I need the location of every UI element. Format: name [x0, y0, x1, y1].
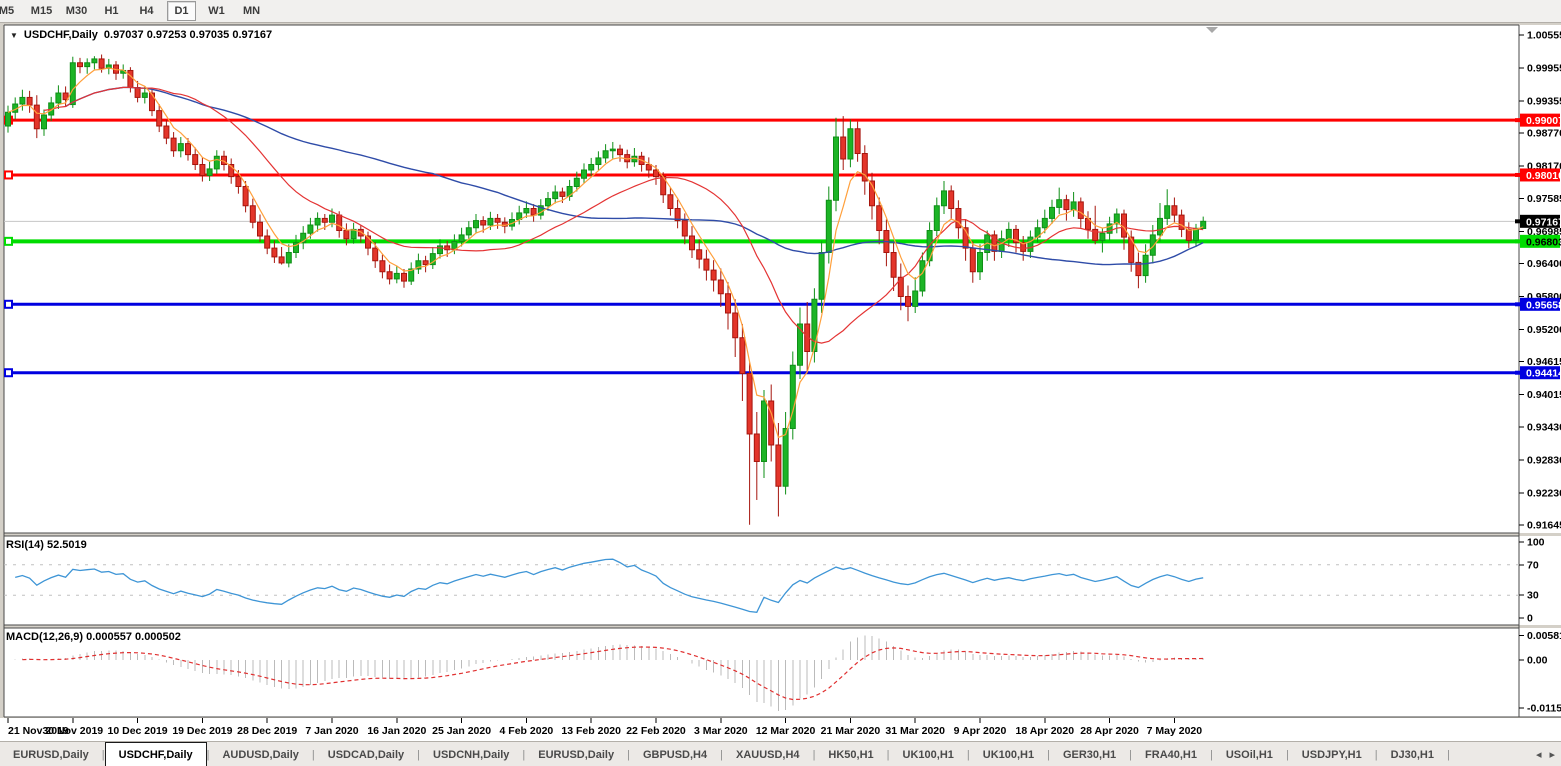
chart-tab-gbpusd-h4[interactable]: GBPUSD,H4 — [630, 742, 720, 766]
rsi-tick-label: 100 — [1527, 537, 1545, 549]
hline-price-label-text: 0.99007 — [1526, 115, 1561, 127]
hline-handle[interactable] — [5, 301, 12, 308]
hline-price-label-notch — [1515, 371, 1520, 375]
timeframe-button-w1[interactable]: W1 — [202, 1, 231, 21]
date-label: 3 Mar 2020 — [694, 725, 748, 737]
chart-tab-usoil-h1[interactable]: USOil,H1 — [1213, 742, 1286, 766]
price-tick-label: 0.97585 — [1527, 193, 1561, 205]
timeframe-button-mn[interactable]: MN — [237, 1, 266, 21]
hline-handle[interactable] — [5, 238, 12, 245]
macd-tick-label: 0.005818 — [1527, 630, 1561, 642]
price-tick-label: 0.99955 — [1527, 62, 1561, 74]
current-price-label-text: 0.97167 — [1526, 216, 1561, 228]
hline-price-label-text: 0.96803 — [1526, 236, 1561, 248]
tab-scroll-right-icon[interactable]: ▸ — [1549, 748, 1555, 761]
date-label: 12 Mar 2020 — [756, 725, 816, 737]
date-label: 7 May 2020 — [1147, 725, 1203, 737]
hline-handle[interactable] — [5, 369, 12, 376]
price-tick-label: 0.91645 — [1527, 520, 1561, 532]
chart-tab-eurusd-daily[interactable]: EURUSD,Daily — [0, 742, 102, 766]
date-label: 13 Feb 2020 — [561, 725, 621, 737]
date-label: 25 Jan 2020 — [432, 725, 491, 737]
rsi-tick-label: 0 — [1527, 613, 1533, 625]
price-tick-label: 0.95200 — [1527, 324, 1561, 336]
chart-tab-hk50-h1[interactable]: HK50,H1 — [815, 742, 886, 766]
mt4-window: M5 M15 M30 H1 H4 D1 W1 MN 1.00555 0.99955 0.99355… — [0, 0, 1561, 766]
chart-tabs: EURUSD,Daily|USDCHF,Daily|AUDUSD,Daily|U… — [0, 742, 1450, 766]
rsi-indicator-label: RSI(14) 52.5019 — [6, 539, 87, 551]
chart-tab-uk100-h1[interactable]: UK100,H1 — [970, 742, 1047, 766]
price-tick-label: 1.00555 — [1527, 30, 1561, 42]
chart-tab-usdchf-daily[interactable]: USDCHF,Daily — [105, 742, 207, 766]
hline-price-label-notch — [1515, 118, 1520, 122]
timeframe-button-h1[interactable]: H1 — [97, 1, 126, 21]
chart-tab-ger30-h1[interactable]: GER30,H1 — [1050, 742, 1129, 766]
date-label: 28 Dec 2019 — [237, 725, 297, 737]
chart-tab-uk100-h1[interactable]: UK100,H1 — [890, 742, 967, 766]
timeframe-button-h4[interactable]: H4 — [132, 1, 161, 21]
chart-ohlc-values: 0.97037 0.97253 0.97035 0.97167 — [104, 29, 272, 41]
date-label: 9 Apr 2020 — [954, 725, 1007, 737]
date-label: 30 Nov 2019 — [42, 725, 103, 737]
rsi-tick-label: 70 — [1527, 559, 1539, 571]
hline-price-label-notch — [1515, 302, 1520, 306]
tab-separator: | — [1447, 742, 1450, 766]
price-chart[interactable]: 1.005550.999550.993550.987700.981700.975… — [0, 23, 1561, 741]
tab-scroll-left-icon[interactable]: ◂ — [1536, 748, 1542, 761]
date-label: 31 Mar 2020 — [885, 725, 945, 737]
date-label: 16 Jan 2020 — [367, 725, 426, 737]
date-label: 18 Apr 2020 — [1016, 725, 1075, 737]
chart-tab-fra40-h1[interactable]: FRA40,H1 — [1132, 742, 1210, 766]
chart-area: 1.005550.999550.993550.987700.981700.975… — [0, 23, 1561, 741]
chart-tab-dj30-h1[interactable]: DJ30,H1 — [1378, 742, 1447, 766]
chart-tab-usdjpy-h1[interactable]: USDJPY,H1 — [1289, 742, 1375, 766]
chart-title: ▼ USDCHF,Daily 0.97037 0.97253 0.97035 0… — [10, 29, 272, 41]
date-label: 7 Jan 2020 — [305, 725, 358, 737]
hline-price-label-text: 0.95658 — [1526, 299, 1561, 311]
date-label: 22 Feb 2020 — [626, 725, 686, 737]
hline-price-label-notch — [1515, 239, 1520, 243]
timeframe-button-m5[interactable]: M5 — [0, 1, 21, 21]
date-label: 4 Feb 2020 — [500, 725, 554, 737]
timeframe-toolbar: M5 M15 M30 H1 H4 D1 W1 MN — [0, 0, 1561, 23]
price-tick-label: 0.99355 — [1527, 95, 1561, 107]
price-tick-label: 0.96400 — [1527, 258, 1561, 270]
collapse-arrow-icon[interactable]: ▼ — [10, 31, 18, 40]
hline-price-label-text: 0.94414 — [1526, 368, 1561, 380]
hline-price-label-text: 0.98010 — [1526, 170, 1561, 182]
price-tick-label: 0.98770 — [1527, 128, 1561, 140]
chart-tab-xauusd-h4[interactable]: XAUUSD,H4 — [723, 742, 813, 766]
price-tick-label: 0.94015 — [1527, 389, 1561, 401]
date-label: 19 Dec 2019 — [172, 725, 232, 737]
price-tick-label: 0.92830 — [1527, 454, 1561, 466]
timeframe-button-m30[interactable]: M30 — [62, 1, 91, 21]
rsi-tick-label: 30 — [1527, 590, 1539, 602]
price-tick-label: 0.93430 — [1527, 421, 1561, 433]
date-label: 21 Mar 2020 — [821, 725, 881, 737]
date-label: 28 Apr 2020 — [1080, 725, 1139, 737]
hline-price-label-notch — [1515, 173, 1520, 177]
chart-tab-eurusd-daily[interactable]: EURUSD,Daily — [525, 742, 627, 766]
chart-tab-usdcnh-daily[interactable]: USDCNH,Daily — [420, 742, 522, 766]
macd-indicator-label: MACD(12,26,9) 0.000557 0.000502 — [6, 631, 181, 643]
date-label: 10 Dec 2019 — [108, 725, 168, 737]
macd-tick-label: 0.00 — [1527, 655, 1548, 667]
timeframe-button-d1[interactable]: D1 — [167, 1, 196, 21]
chart-symbol: USDCHF,Daily — [24, 29, 98, 41]
price-tick-label: 0.92230 — [1527, 487, 1561, 499]
current-price-label-notch — [1515, 219, 1520, 223]
macd-tick-label: -0.011514 — [1527, 703, 1561, 715]
chart-tab-usdcad-daily[interactable]: USDCAD,Daily — [315, 742, 417, 766]
hline-handle[interactable] — [5, 171, 12, 178]
tab-scroll-arrows: ◂ ▸ — [1536, 742, 1555, 766]
chart-tab-audusd-daily[interactable]: AUDUSD,Daily — [209, 742, 311, 766]
chart-tab-bar: EURUSD,Daily|USDCHF,Daily|AUDUSD,Daily|U… — [0, 741, 1561, 766]
timeframe-button-m15[interactable]: M15 — [27, 1, 56, 21]
